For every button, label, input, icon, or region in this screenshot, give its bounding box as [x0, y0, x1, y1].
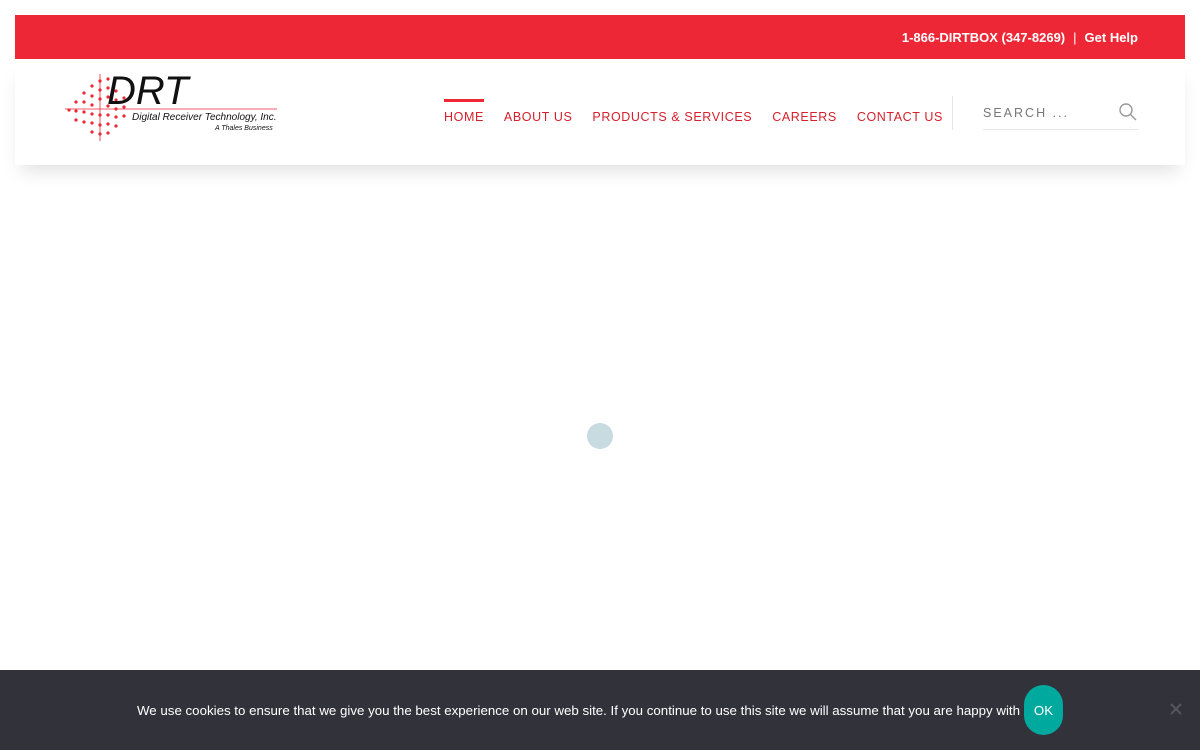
- search-input[interactable]: [983, 99, 1108, 127]
- loading-spinner: [587, 423, 613, 449]
- search-form: [983, 99, 1138, 130]
- get-help-link[interactable]: Get Help: [1085, 30, 1138, 45]
- logo-wordmark: DRT: [107, 69, 191, 113]
- page-frame: 1-866-DIRTBOX (347-8269) | Get Help DRT …: [15, 15, 1185, 165]
- nav-item-careers[interactable]: CAREERS: [772, 99, 837, 124]
- phone-number[interactable]: 1-866-DIRTBOX (347-8269): [902, 30, 1065, 45]
- cookie-message: We use cookies to ensure that we give yo…: [137, 703, 1035, 718]
- topbar-separator: |: [1073, 29, 1077, 45]
- close-icon[interactable]: [1168, 701, 1184, 717]
- top-contact-bar: 1-866-DIRTBOX (347-8269) | Get Help: [15, 15, 1185, 59]
- cookie-ok-button[interactable]: OK: [1024, 685, 1063, 735]
- nav-item-home[interactable]: HOME: [444, 99, 484, 124]
- drt-logo-graphic: DRT Digital Receiver Technology, Inc. A …: [65, 69, 277, 141]
- nav-item-about-us[interactable]: ABOUT US: [504, 99, 572, 124]
- drt-logo[interactable]: DRT Digital Receiver Technology, Inc. A …: [65, 69, 280, 144]
- logo-tagline: A Thales Business: [214, 125, 273, 132]
- main-navigation: HOME ABOUT US PRODUCTS & SERVICES CAREER…: [444, 99, 963, 124]
- site-header: DRT Digital Receiver Technology, Inc. A …: [15, 59, 1185, 165]
- nav-item-products-services[interactable]: PRODUCTS & SERVICES: [592, 99, 752, 124]
- cookie-banner: We use cookies to ensure that we give yo…: [0, 670, 1200, 750]
- logo-company-name: Digital Receiver Technology, Inc.: [132, 112, 277, 123]
- search-icon[interactable]: [1118, 102, 1138, 122]
- nav-item-contact-us[interactable]: CONTACT US: [857, 99, 943, 124]
- header-divider: [952, 96, 953, 130]
